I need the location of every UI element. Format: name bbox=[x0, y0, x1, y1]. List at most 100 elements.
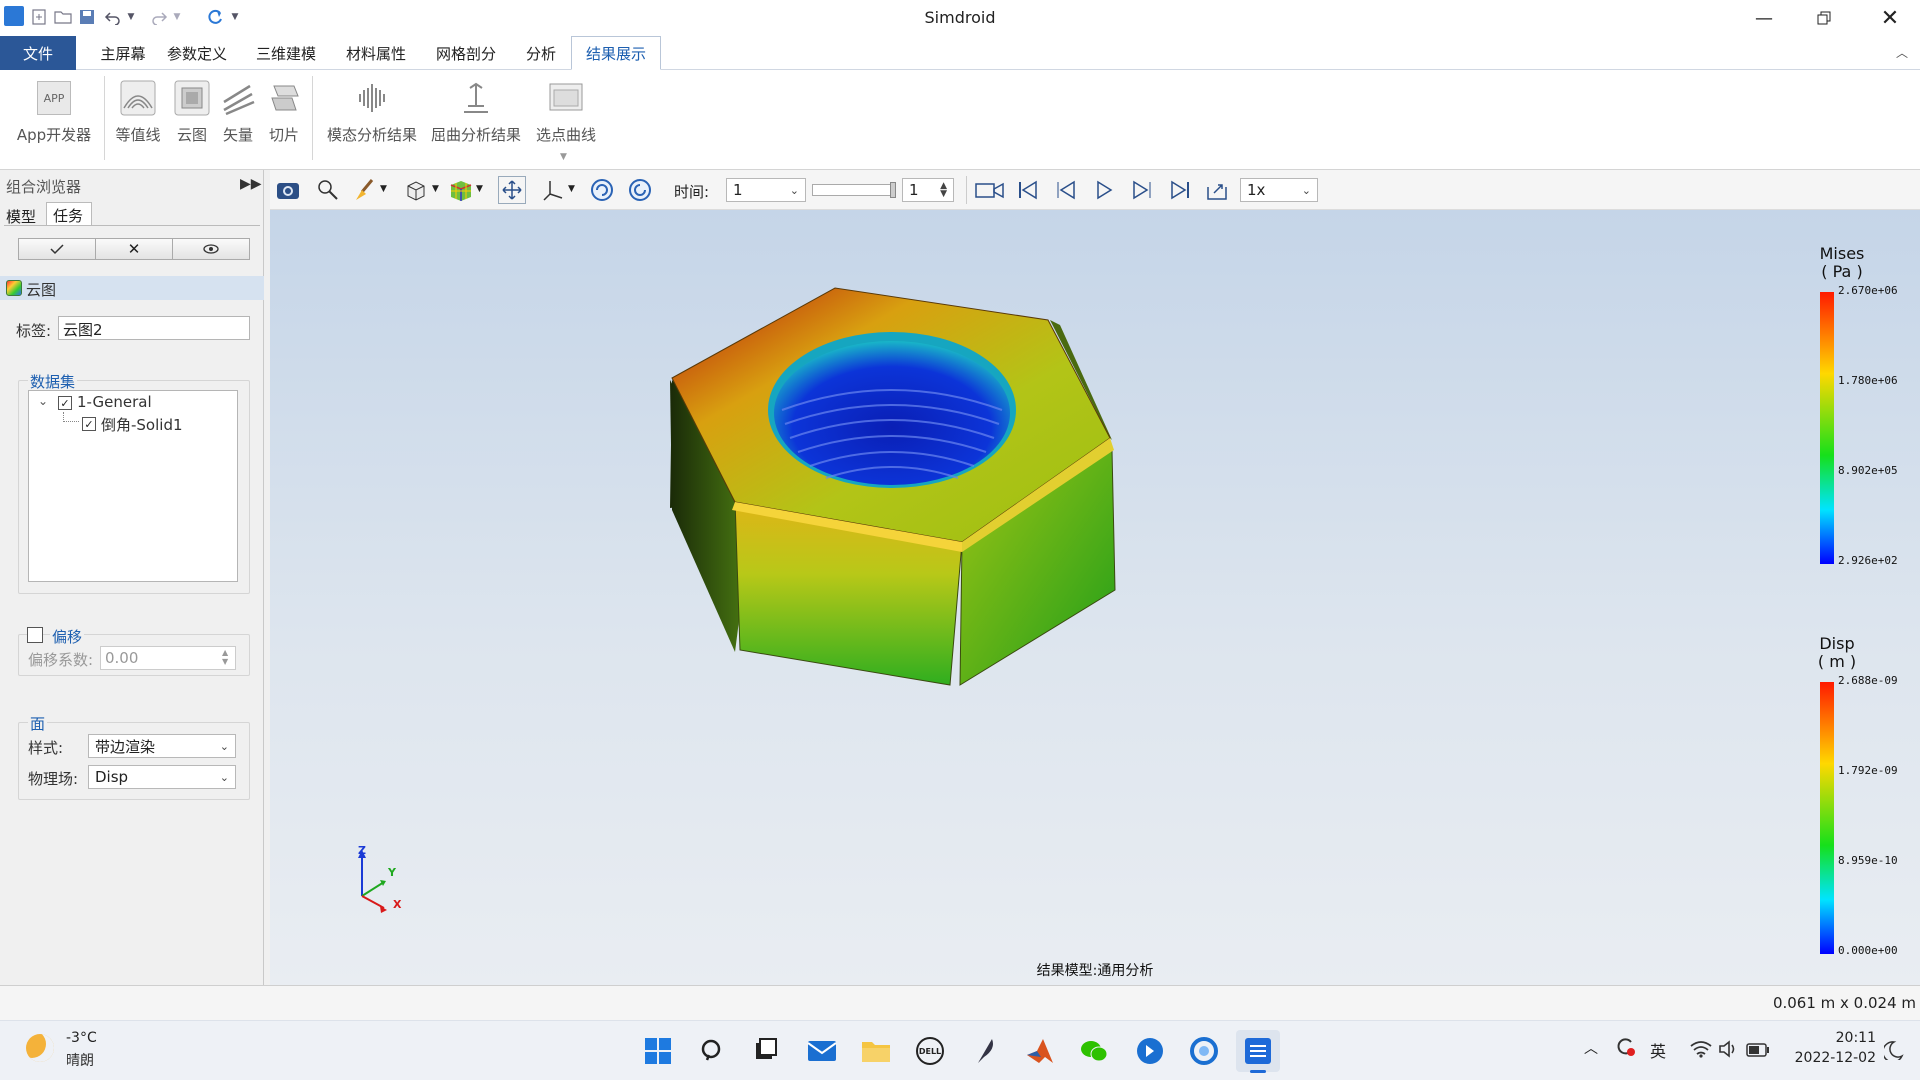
search-icon[interactable] bbox=[690, 1030, 734, 1072]
rotate-icon[interactable] bbox=[588, 176, 616, 204]
preview-eye-icon[interactable] bbox=[173, 239, 249, 259]
time-select[interactable]: 1 ⌄ bbox=[726, 178, 806, 202]
buckling-results-button[interactable]: 屈曲分析结果 bbox=[428, 78, 524, 145]
view-cube-icon[interactable] bbox=[402, 176, 430, 204]
collapse-ribbon-icon[interactable]: ︿ bbox=[1896, 44, 1908, 61]
tab-3d-modeling[interactable]: 三维建模 bbox=[246, 36, 326, 70]
display-mode-dropdown-icon[interactable]: ▼ bbox=[476, 184, 483, 194]
play-icon[interactable] bbox=[1090, 176, 1118, 204]
tray-overflow-icon[interactable]: ︿ bbox=[1584, 1038, 1598, 1058]
mises-tick: 2.670e+06 bbox=[1838, 284, 1898, 297]
last-frame-icon[interactable] bbox=[1166, 176, 1194, 204]
style-select-value: 带边渲染 bbox=[95, 737, 156, 756]
axes-icon[interactable] bbox=[540, 176, 568, 204]
screenshot-camera-icon[interactable] bbox=[274, 176, 302, 204]
tab-material[interactable]: 材料属性 bbox=[336, 36, 416, 70]
offset-title: 偏移 bbox=[50, 626, 85, 647]
file-explorer-icon[interactable] bbox=[854, 1030, 898, 1072]
zoom-window-icon[interactable] bbox=[314, 176, 342, 204]
tab-file[interactable]: 文件 bbox=[0, 36, 76, 70]
offset-spinner-icon[interactable]: ▲ ▼ bbox=[222, 648, 228, 666]
speed-select[interactable]: 1x ⌄ bbox=[1240, 178, 1318, 202]
axis-y-label: Y bbox=[388, 866, 396, 879]
pick-curve-dropdown-icon[interactable]: ▼ bbox=[560, 152, 567, 162]
tree-root-checkbox[interactable]: ✓ bbox=[58, 396, 72, 410]
confirm-check-icon[interactable] bbox=[19, 239, 96, 259]
style-select[interactable]: 带边渲染 ⌄ bbox=[88, 734, 236, 758]
status-bar bbox=[0, 985, 1920, 1020]
sync-icon[interactable] bbox=[1614, 1036, 1636, 1058]
step-spinner-value: 1 bbox=[909, 181, 919, 199]
reset-view-icon[interactable] bbox=[626, 176, 654, 204]
chevron-down-icon: ⌄ bbox=[789, 183, 799, 197]
model-dimensions: 0.061 m x 0.024 m bbox=[1772, 994, 1916, 1012]
dell-app-icon[interactable]: DELL bbox=[908, 1030, 952, 1072]
feather-app-icon[interactable] bbox=[964, 1030, 1008, 1072]
clock-time[interactable]: 20:11 bbox=[1786, 1030, 1876, 1046]
wifi-icon[interactable] bbox=[1690, 1040, 1712, 1058]
tab-parameters[interactable]: 参数定义 bbox=[158, 36, 236, 70]
browser-app-icon[interactable] bbox=[1182, 1030, 1226, 1072]
mises-tick: 2.926e+02 bbox=[1838, 554, 1898, 567]
tree-root-label[interactable]: 1-General bbox=[77, 393, 152, 411]
matlab-icon[interactable] bbox=[1018, 1030, 1062, 1072]
minimize-button[interactable]: — bbox=[1736, 0, 1792, 36]
battery-icon[interactable] bbox=[1746, 1042, 1770, 1057]
axes-dropdown-icon[interactable]: ▼ bbox=[568, 184, 575, 194]
weather-moon-icon[interactable] bbox=[26, 1034, 54, 1062]
vector-button[interactable]: 矢量 bbox=[216, 78, 260, 145]
first-frame-icon[interactable] bbox=[1014, 176, 1042, 204]
volume-icon[interactable] bbox=[1718, 1040, 1740, 1058]
tab-results[interactable]: 结果展示 bbox=[571, 36, 661, 70]
tab-task[interactable]: 任务 bbox=[46, 202, 92, 226]
panel-expand-icon[interactable]: ▶▶ bbox=[240, 176, 262, 192]
app-developer-button[interactable]: APP App开发器 bbox=[12, 78, 96, 145]
export-animation-icon[interactable] bbox=[1204, 176, 1232, 204]
slice-button[interactable]: 切片 bbox=[262, 78, 306, 145]
tab-analysis[interactable]: 分析 bbox=[516, 36, 566, 70]
time-slider[interactable] bbox=[812, 184, 896, 196]
clock-date[interactable]: 2022-12-02 bbox=[1776, 1050, 1876, 1066]
field-select[interactable]: Disp ⌄ bbox=[88, 765, 236, 789]
start-windows-icon[interactable] bbox=[636, 1030, 680, 1072]
view-cube-dropdown-icon[interactable]: ▼ bbox=[432, 184, 439, 194]
offset-coef-input[interactable]: 0.00 bbox=[100, 646, 236, 670]
offset-checkbox[interactable] bbox=[27, 627, 43, 643]
task-view-icon[interactable] bbox=[744, 1030, 788, 1072]
active-app-indicator bbox=[1250, 1070, 1266, 1073]
mail-icon[interactable] bbox=[800, 1030, 844, 1072]
restore-button[interactable] bbox=[1796, 0, 1852, 36]
close-button[interactable]: ✕ bbox=[1862, 0, 1918, 36]
tree-collapse-icon[interactable]: ⌄ bbox=[38, 394, 48, 408]
time-slider-handle[interactable] bbox=[890, 182, 896, 198]
wechat-icon[interactable] bbox=[1072, 1030, 1116, 1072]
contour-line-button[interactable]: 等值线 bbox=[112, 78, 164, 145]
simdroid-taskbar-icon[interactable] bbox=[1236, 1030, 1280, 1072]
record-video-icon[interactable] bbox=[974, 176, 1006, 204]
dataset-title: 数据集 bbox=[28, 371, 78, 392]
brush-dropdown-icon[interactable]: ▼ bbox=[380, 184, 387, 194]
tab-model[interactable]: 模型 bbox=[2, 204, 42, 226]
tag-input[interactable]: 云图2 bbox=[58, 316, 250, 340]
ime-indicator[interactable]: 英 bbox=[1650, 1038, 1666, 1062]
clear-brush-icon[interactable] bbox=[350, 176, 378, 204]
weather-condition[interactable]: 晴朗 bbox=[66, 1050, 94, 1070]
feishu-app-icon[interactable] bbox=[1128, 1030, 1172, 1072]
cloud-map-label: 云图 bbox=[176, 126, 207, 144]
cancel-x-icon[interactable]: ✕ bbox=[96, 239, 173, 259]
hex-nut-model[interactable] bbox=[270, 210, 1920, 985]
tab-mesh[interactable]: 网格剖分 bbox=[426, 36, 506, 70]
modal-results-button[interactable]: 模态分析结果 bbox=[322, 78, 422, 145]
tree-child-label[interactable]: 倒角-Solid1 bbox=[101, 414, 183, 435]
cloud-map-button[interactable]: 云图 bbox=[168, 78, 216, 145]
tab-home[interactable]: 主屏幕 bbox=[80, 36, 166, 70]
pick-curve-button[interactable]: 选点曲线 bbox=[530, 78, 602, 145]
next-frame-icon[interactable] bbox=[1128, 176, 1156, 204]
weather-temperature[interactable]: -3°C bbox=[66, 1030, 97, 1046]
fit-all-icon[interactable] bbox=[498, 176, 526, 204]
display-mode-icon[interactable] bbox=[446, 176, 474, 204]
step-spinner[interactable]: 1 ▲ ▼ bbox=[902, 178, 954, 202]
previous-frame-icon[interactable] bbox=[1052, 176, 1080, 204]
notification-bell-icon[interactable] bbox=[1882, 1040, 1904, 1063]
tree-child-checkbox[interactable]: ✓ bbox=[82, 417, 96, 431]
